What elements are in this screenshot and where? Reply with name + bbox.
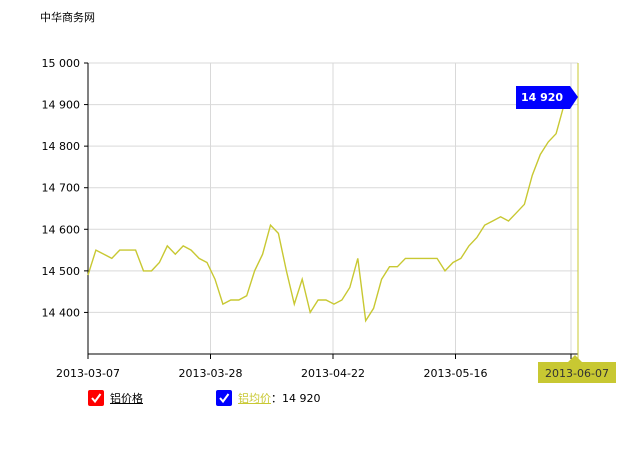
y-tick-label: 14 900 xyxy=(42,99,81,112)
check-icon xyxy=(219,393,230,404)
checkbox-icon[interactable] xyxy=(88,390,104,406)
x-tick-label: 2013-05-16 xyxy=(424,367,488,380)
y-tick-label: 14 600 xyxy=(42,223,81,236)
line-chart: 15 000 14 900 14 800 14 700 14 600 14 500 14 4… xyxy=(42,57,616,383)
y-tick-label: 15 000 xyxy=(42,57,81,70)
date-badge: 2013-06-07 xyxy=(538,355,616,383)
x-tick-label: 2013-03-07 xyxy=(56,367,120,380)
checkbox-icon[interactable] xyxy=(216,390,232,406)
x-tick-labels: 2013-03-07 2013-03-28 2013-04-22 2013-05-16 xyxy=(56,354,572,380)
x-tick-label: 2013-04-22 xyxy=(301,367,365,380)
date-badge-label: 2013-06-07 xyxy=(545,367,609,380)
legend-label-avg[interactable]: 铝均价 xyxy=(238,390,271,406)
legend-item-price[interactable]: 铝价格 xyxy=(88,390,143,406)
legend-value-avg: ：14 920 xyxy=(271,392,321,405)
legend-label-price[interactable]: 铝价格 xyxy=(110,390,143,406)
legend-item-avg[interactable]: 铝均价 ：14 920 xyxy=(216,390,321,406)
y-tick-label: 14 700 xyxy=(42,182,81,195)
y-tick-label: 14 500 xyxy=(42,265,81,278)
value-tooltip: 14 920 xyxy=(516,86,578,109)
x-tick-label: 2013-03-28 xyxy=(179,367,243,380)
y-tick-label: 14 800 xyxy=(42,140,81,153)
y-tick-labels: 15 000 14 900 14 800 14 700 14 600 14 500 14 4… xyxy=(42,57,88,319)
tooltip-value: 14 920 xyxy=(521,91,563,104)
check-icon xyxy=(91,393,102,404)
y-tick-label: 14 400 xyxy=(42,306,81,319)
